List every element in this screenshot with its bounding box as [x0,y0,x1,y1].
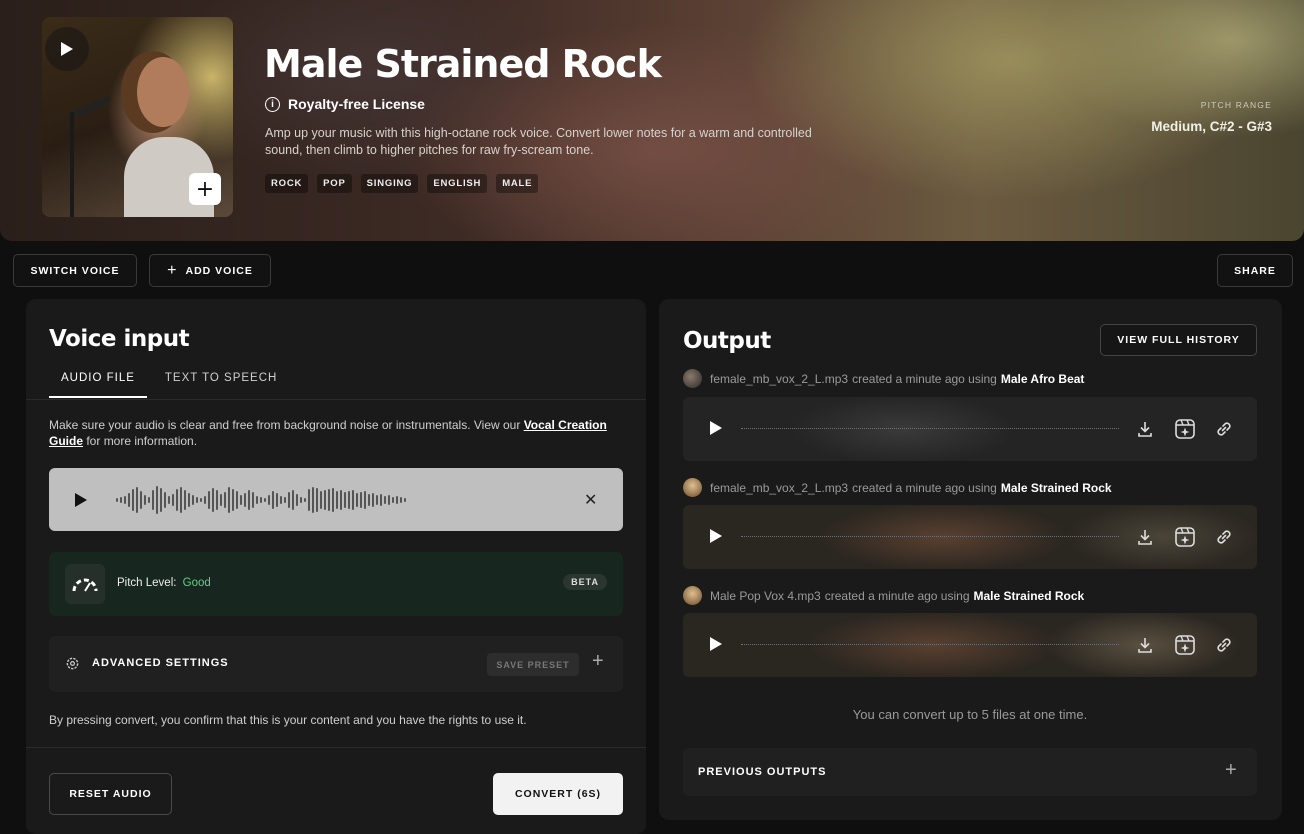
output-player [683,613,1257,677]
pitch-level-text: Pitch Level: Good [117,577,211,589]
output-voice-name[interactable]: Male Strained Rock [974,589,1085,603]
license-label: i Royalty-free License [265,96,425,112]
avatar [683,369,702,388]
output-meta: female_mb_vox_2_L.mp3 created a minute a… [683,478,1112,497]
expand-plus-icon[interactable]: + [592,650,604,673]
tag: ROCK [265,174,309,193]
tag: ENGLISH [427,174,488,193]
preview-play-button[interactable] [45,27,89,71]
add-voice-button[interactable]: + ADD VOICE [149,254,271,287]
output-file-name: Male Pop Vox 4.mp3 [710,588,821,603]
link-icon[interactable] [1213,526,1235,548]
output-voice-name[interactable]: Male Afro Beat [1001,372,1085,386]
audio-waveform[interactable] [116,485,406,515]
play-icon[interactable] [710,637,722,651]
pitch-range-value: Medium, C#2 - G#3 [1151,119,1272,134]
pitch-level-label: Pitch Level: [117,577,177,589]
play-icon [75,493,87,507]
download-icon[interactable] [1134,634,1156,656]
share-label: SHARE [1234,264,1276,277]
avatar [683,478,702,497]
tag: MALE [496,174,539,193]
pitch-level-value: Good [182,577,211,589]
play-icon[interactable] [710,529,722,543]
play-icon[interactable] [710,421,722,435]
audio-notice: Make sure your audio is clear and free f… [49,417,629,449]
audio-file-player: ✕ [49,468,623,531]
ai-edit-icon[interactable] [1174,526,1196,548]
output-meta: Male Pop Vox 4.mp3 created a minute ago … [683,586,1084,605]
add-voice-label: ADD VOICE [185,264,253,277]
pitch-range-label: PITCH RANGE [1200,100,1272,110]
notice-suffix: for more information. [83,434,198,448]
output-title: Output [683,328,771,354]
reset-audio-label: RESET AUDIO [69,788,152,800]
expand-plus-icon[interactable]: + [1225,759,1237,782]
view-full-history-button[interactable]: VIEW FULL HISTORY [1100,324,1257,356]
output-meta: female_mb_vox_2_L.mp3 created a minute a… [683,369,1084,388]
remove-audio-icon[interactable]: ✕ [584,490,597,509]
output-meta-text: created a minute ago using [852,480,997,495]
convert-button[interactable]: CONVERT (6S) [493,773,623,815]
share-button[interactable]: SHARE [1217,254,1293,287]
confirm-text: By pressing convert, you confirm that th… [49,713,527,727]
voice-tags: ROCK POP SINGING ENGLISH MALE [265,174,539,193]
plus-icon: + [167,261,178,279]
output-file-name: female_mb_vox_2_L.mp3 [710,371,849,386]
input-tabs: AUDIO FILE TEXT TO SPEECH [49,362,289,398]
output-meta-text: created a minute ago using [824,588,970,603]
output-file-name: female_mb_vox_2_L.mp3 [710,480,849,495]
info-icon[interactable]: i [265,96,280,112]
gear-icon [65,656,80,676]
reset-audio-button[interactable]: RESET AUDIO [49,773,172,815]
player-progress-track[interactable] [741,428,1119,429]
output-meta-text: created a minute ago using [852,371,997,386]
notice-prefix: Make sure your audio is clear and free f… [49,418,524,432]
save-preset-button[interactable]: SAVE PRESET [487,653,579,676]
tab-text-to-speech[interactable]: TEXT TO SPEECH [153,362,289,398]
player-progress-track[interactable] [741,644,1119,645]
ai-edit-icon[interactable] [1174,634,1196,656]
tabs-divider [26,399,646,400]
download-icon[interactable] [1134,418,1156,440]
beta-badge: BETA [563,574,607,590]
link-icon[interactable] [1213,418,1235,440]
output-player [683,505,1257,569]
voice-input-title: Voice input [49,326,190,352]
tag: SINGING [360,174,419,193]
view-history-label: VIEW FULL HISTORY [1117,334,1240,346]
gauge-icon [65,564,105,604]
add-voice-icon-button[interactable]: + [189,173,221,205]
switch-voice-button[interactable]: SWITCH VOICE [13,254,137,287]
voice-title: Male Strained Rock [264,42,662,86]
voice-description: Amp up your music with this high-octane … [265,126,812,157]
advanced-settings-row[interactable]: ADVANCED SETTINGS SAVE PRESET + [49,636,623,692]
license-text: Royalty-free License [288,96,425,112]
advanced-settings-label: ADVANCED SETTINGS [92,657,229,669]
tag: POP [317,174,352,193]
output-voice-name[interactable]: Male Strained Rock [1001,481,1112,495]
pitch-level-box: Pitch Level: Good BETA [49,552,623,616]
tab-audio-file[interactable]: AUDIO FILE [49,362,147,398]
play-icon [61,42,73,56]
audio-play-button[interactable] [74,492,88,513]
download-icon[interactable] [1134,526,1156,548]
avatar [683,586,702,605]
player-progress-track[interactable] [741,536,1119,537]
conversion-limit-note: You can convert up to 5 files at one tim… [852,707,1088,722]
previous-outputs-row[interactable]: PREVIOUS OUTPUTS + [683,748,1257,796]
link-icon[interactable] [1213,634,1235,656]
voice-hero: + Male Strained Rock i Royalty-free Lice… [0,0,1304,241]
ai-edit-icon[interactable] [1174,418,1196,440]
output-player [683,397,1257,461]
footer-divider [26,747,646,748]
convert-label: CONVERT (6S) [514,788,602,800]
previous-outputs-label: PREVIOUS OUTPUTS [698,766,827,778]
switch-voice-label: SWITCH VOICE [30,264,120,277]
